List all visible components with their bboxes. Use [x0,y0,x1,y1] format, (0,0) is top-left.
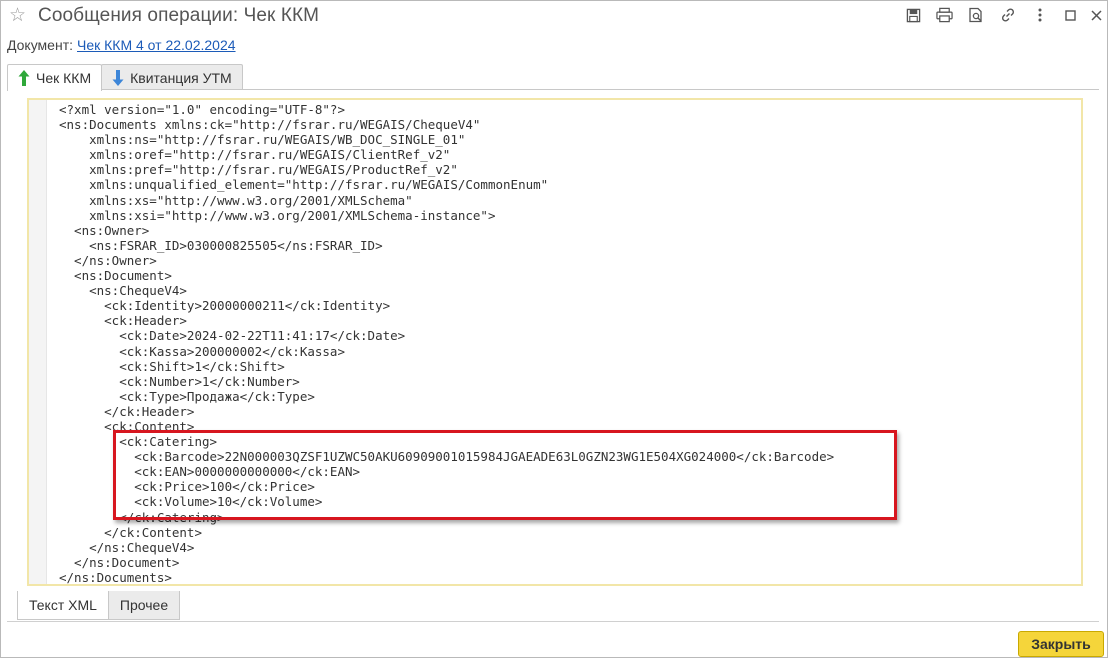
xml-line: </ns:Document> [59,554,180,570]
xml-line: <ck:Date>2024-02-22T11:41:17</ck:Date> [59,328,406,344]
arrow-down-blue-icon [112,69,124,86]
xml-line: xmlns:pref="http://fsrar.ru/WEGAIS/Produ… [59,162,458,178]
xml-line: </ck:Content> [59,524,202,540]
xml-line: <ns:FSRAR_ID>030000825505</ns:FSRAR_ID> [59,237,383,253]
xml-line: </ns:ChequeV4> [59,539,195,555]
document-link[interactable]: Чек ККМ 4 от 22.02.2024 [77,37,236,53]
editor-gutter [29,100,47,584]
xml-line: <ck:Identity>20000000211</ck:Identity> [59,298,391,314]
xml-line: xmlns:xsi="http://www.w3.org/2001/XMLSch… [59,207,496,223]
xml-line: <ck:Catering> [59,434,218,450]
xml-line: xmlns:unqualified_element="http://fsrar.… [59,177,549,193]
xml-line: </ck:Catering> [59,509,225,525]
xml-text-editor[interactable]: <?xml version="1.0" encoding="UTF-8"?> <n… [27,98,1083,586]
xml-line: <ck:Number>1</ck:Number> [59,373,300,389]
link-icon[interactable] [997,5,1019,25]
arrow-up-green-icon [18,70,30,86]
print-icon[interactable] [933,5,955,25]
xml-line: <?xml version="1.0" encoding="UTF-8"?> [59,102,345,117]
tab-other[interactable]: Прочее [107,591,181,620]
favorite-star-icon[interactable]: ☆ [9,4,26,27]
xml-line: <ns:ChequeV4> [59,283,187,299]
document-line: Документ: Чек ККМ 4 от 22.02.2024 [7,37,236,53]
more-menu-icon[interactable] [1029,5,1051,25]
xml-line: <ck:Volume>10</ck:Volume> [59,494,323,510]
tab-utm-receipt-label: Квитанция УТМ [130,69,232,86]
xml-line: <ns:Document> [59,268,172,284]
xml-line: </ns:Documents> [59,569,172,585]
maximize-icon[interactable] [1059,5,1081,25]
xml-line: <ck:EAN>0000000000000</ck:EAN> [59,464,361,480]
tab-utm-receipt[interactable]: Квитанция УТМ [101,64,243,90]
window-title: Сообщения операции: Чек ККМ [38,5,320,26]
xml-line: <ck:Content> [59,418,195,434]
title-bar: ☆ Сообщения операции: Чек ККМ [1,1,1107,31]
xml-line: <ck:Shift>1</ck:Shift> [59,358,285,374]
xml-line: <ns:Owner> [59,222,150,238]
close-button[interactable]: Закрыть [1018,631,1104,657]
xml-code: <?xml version="1.0" encoding="UTF-8"?> <n… [59,102,834,585]
bottom-tabs: Текст XML Прочее [17,591,181,620]
xml-line: <ck:Type>Продажа</ck:Type> [59,388,315,404]
document-label: Документ: [7,37,73,53]
divider [7,621,1099,622]
xml-line: <ck:Price>100</ck:Price> [59,479,315,495]
save-icon[interactable] [902,5,924,25]
tab-xml-text[interactable]: Текст XML [17,591,109,620]
xml-line: xmlns:oref="http://fsrar.ru/WEGAIS/Clien… [59,147,451,163]
xml-line: xmlns:ns="http://fsrar.ru/WEGAIS/WB_DOC_… [59,132,466,148]
xml-line: xmlns:xs="http://www.w3.org/2001/XMLSche… [59,192,413,208]
operation-messages-window: ☆ Сообщения операции: Чек ККМ Документ: Ч… [0,0,1108,658]
close-window-icon[interactable] [1085,5,1107,25]
xml-line: <ck:Kassa>200000002</ck:Kassa> [59,343,345,359]
xml-line: <ck:Header> [59,313,187,329]
top-tabs: Чек ККМ Квитанция УТМ [7,64,243,91]
xml-line: </ck:Header> [59,403,195,419]
tab-cheque[interactable]: Чек ККМ [7,64,103,91]
tab-cheque-label: Чек ККМ [36,70,92,86]
xml-line: </ns:Owner> [59,252,157,268]
xml-line: <ck:Barcode>22N000003QZSF1UZWC50AKU60909… [59,449,835,465]
preview-icon[interactable] [965,5,987,25]
xml-line: <ns:Documents xmlns:ck="http://fsrar.ru/… [59,117,481,133]
